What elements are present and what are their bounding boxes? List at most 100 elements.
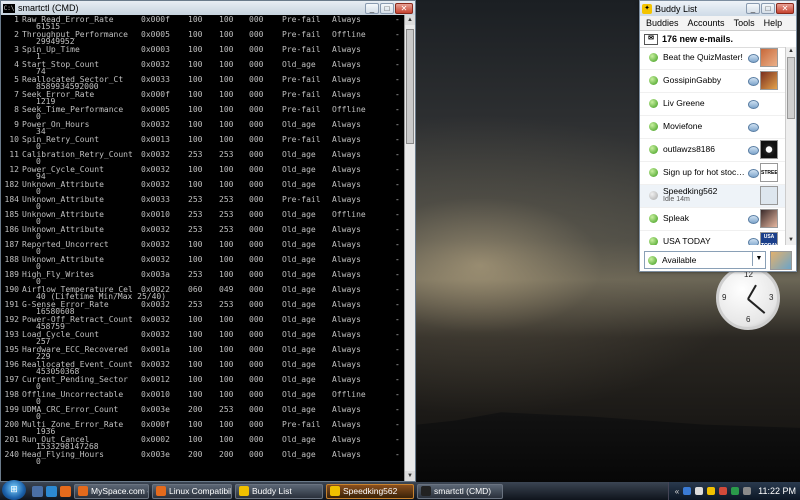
cmd-scroll-thumb[interactable]	[406, 29, 414, 144]
chevron-left-icon[interactable]: «	[675, 487, 679, 496]
buddy-avatar[interactable]	[760, 140, 778, 159]
menu-help[interactable]: Help	[764, 18, 783, 28]
close-button[interactable]: ✕	[776, 3, 794, 14]
attr-worst: 253	[219, 225, 234, 234]
buddy-item[interactable]: Liv Greene	[640, 93, 786, 116]
device-icon[interactable]	[743, 487, 752, 495]
buddy-avatar[interactable]: USA TODAY	[760, 232, 778, 245]
buddy-item[interactable]: USA TODAY USA TODAY	[640, 231, 786, 245]
chat-bubble-icon[interactable]	[748, 215, 759, 224]
buddy-item[interactable]: GossipinGabby	[640, 70, 786, 93]
attr-id: 195	[4, 345, 19, 354]
chat-bubble-icon[interactable]	[748, 54, 759, 63]
security-icon[interactable]	[719, 487, 728, 495]
buddy-avatar[interactable]	[760, 71, 778, 90]
attr-type: Old_age	[282, 240, 316, 249]
buddy-item[interactable]: Speedking562 Idle 14m	[640, 185, 786, 208]
buddy-list-window[interactable]: ✦ Buddy List _ □ ✕ Buddies Accounts Tool…	[639, 0, 797, 272]
attr-id: 201	[4, 435, 19, 444]
clock-gadget[interactable]: 12 3 6 9	[716, 266, 780, 330]
buddy-item[interactable]: Sign up for hot stock a... STREET	[640, 162, 786, 185]
firefox-icon[interactable]	[60, 485, 71, 497]
menu-accounts[interactable]: Accounts	[688, 18, 725, 28]
attr-value: 100	[188, 360, 203, 369]
chevron-down-icon[interactable]: ▼	[752, 252, 765, 266]
cmd-title-bar[interactable]: C:\ smartctl (CMD) _ □ ✕	[1, 1, 415, 15]
my-buddy-icon[interactable]	[770, 250, 792, 270]
volume-icon[interactable]	[695, 487, 704, 495]
chat-bubble-icon[interactable]	[748, 169, 759, 178]
attr-when-failed: -	[395, 225, 400, 234]
maximize-button[interactable]: □	[380, 2, 394, 14]
attr-flag: 0x0032	[141, 165, 170, 174]
chat-bubble-icon[interactable]	[748, 100, 759, 109]
buddy-avatar[interactable]	[760, 186, 778, 205]
maximize-button[interactable]: □	[761, 3, 775, 14]
network-icon[interactable]	[683, 487, 692, 495]
attr-worst: 100	[219, 375, 234, 384]
new-mail-notice[interactable]: ✉ 176 new e-mails.	[640, 31, 796, 48]
buddy-title-bar[interactable]: ✦ Buddy List _ □ ✕	[640, 1, 796, 16]
taskbar-button[interactable]: Linux Compatibili...	[152, 483, 232, 499]
app-tray-icon[interactable]	[731, 487, 740, 495]
show-desktop-icon[interactable]	[32, 485, 43, 497]
smart-attribute-row: 185 Unknown_Attribute 0x0010 253 253 000 Old_a…	[1, 210, 405, 226]
ie-icon[interactable]	[46, 485, 57, 497]
attr-when-failed: -	[395, 15, 400, 24]
clock-hour-hand	[747, 284, 757, 300]
attr-when-failed: -	[395, 390, 400, 399]
clock-numeral: 6	[746, 315, 751, 324]
buddy-item[interactable]: Moviefone	[640, 116, 786, 139]
taskbar-label: MySpace.com -	[91, 486, 149, 496]
attr-thresh: 000	[249, 345, 264, 354]
attr-value: 253	[188, 150, 203, 159]
cmd-scrollbar[interactable]: ▲ ▼	[404, 15, 415, 481]
scroll-up-arrow-icon[interactable]: ▲	[405, 15, 415, 25]
attr-thresh: 000	[249, 390, 264, 399]
buddy-item[interactable]: outlawzs8186	[640, 139, 786, 162]
attr-thresh: 000	[249, 225, 264, 234]
attr-thresh: 000	[249, 405, 264, 414]
attr-worst: 100	[219, 330, 234, 339]
buddy-avatar[interactable]	[760, 48, 778, 67]
chat-bubble-icon[interactable]	[748, 123, 759, 132]
menu-buddies[interactable]: Buddies	[646, 18, 679, 28]
chat-bubble-icon[interactable]	[748, 238, 759, 245]
menu-tools[interactable]: Tools	[734, 18, 755, 28]
taskbar-button[interactable]: MySpace.com -	[74, 483, 149, 499]
clock-time[interactable]: 11:22 PM	[758, 486, 796, 496]
status-dropdown[interactable]: Available ▼	[644, 251, 766, 269]
attr-type: Pre-fail	[282, 420, 321, 429]
attr-worst: 100	[219, 420, 234, 429]
smart-attribute-row: 9 Power_On_Hours 0x0032 100 100 000 Old_age Alw…	[1, 120, 405, 136]
cmd-console-output[interactable]: 1 Raw_Read_Error_Rate 0x000f 100 100 000 Pre-f…	[1, 15, 405, 481]
scroll-down-arrow-icon[interactable]: ▼	[405, 471, 415, 481]
minimize-button[interactable]: _	[746, 3, 760, 14]
attr-name: Power_On_Hours	[22, 120, 90, 129]
taskbar-button[interactable]: Buddy List	[235, 483, 323, 499]
attr-flag: 0x001a	[141, 345, 170, 354]
scroll-down-arrow-icon[interactable]: ▼	[786, 236, 796, 245]
aim-tray-icon[interactable]	[707, 487, 716, 495]
attr-updated: Always	[332, 165, 361, 174]
buddy-name: Sign up for hot stock a...	[663, 167, 748, 177]
buddy-scrollbar[interactable]: ▲ ▼	[785, 47, 796, 245]
buddy-scroll-thumb[interactable]	[787, 57, 795, 119]
attr-flag: 0x0032	[141, 240, 170, 249]
taskbar-button[interactable]: smartctl (CMD)	[417, 483, 503, 499]
buddy-avatar[interactable]	[760, 209, 778, 228]
attr-name: Reported_Uncorrect	[22, 240, 109, 249]
buddy-item[interactable]: Spleak	[640, 208, 786, 231]
minimize-button[interactable]: _	[365, 2, 379, 14]
chat-bubble-icon[interactable]	[748, 146, 759, 155]
scroll-up-arrow-icon[interactable]: ▲	[786, 47, 796, 56]
buddy-item[interactable]: Beat the QuizMaster!	[640, 47, 786, 70]
envelope-icon: ✉	[644, 33, 658, 45]
start-button[interactable]: ⊞	[2, 479, 26, 500]
close-button[interactable]: ✕	[395, 2, 413, 14]
cmd-window[interactable]: C:\ smartctl (CMD) _ □ ✕ 1 Raw_Read_Error…	[0, 0, 416, 482]
buddy-avatar[interactable]: STREET	[760, 163, 778, 182]
chat-bubble-icon[interactable]	[748, 77, 759, 86]
attr-when-failed: -	[395, 120, 400, 129]
taskbar-button[interactable]: Speedking562	[326, 483, 414, 499]
